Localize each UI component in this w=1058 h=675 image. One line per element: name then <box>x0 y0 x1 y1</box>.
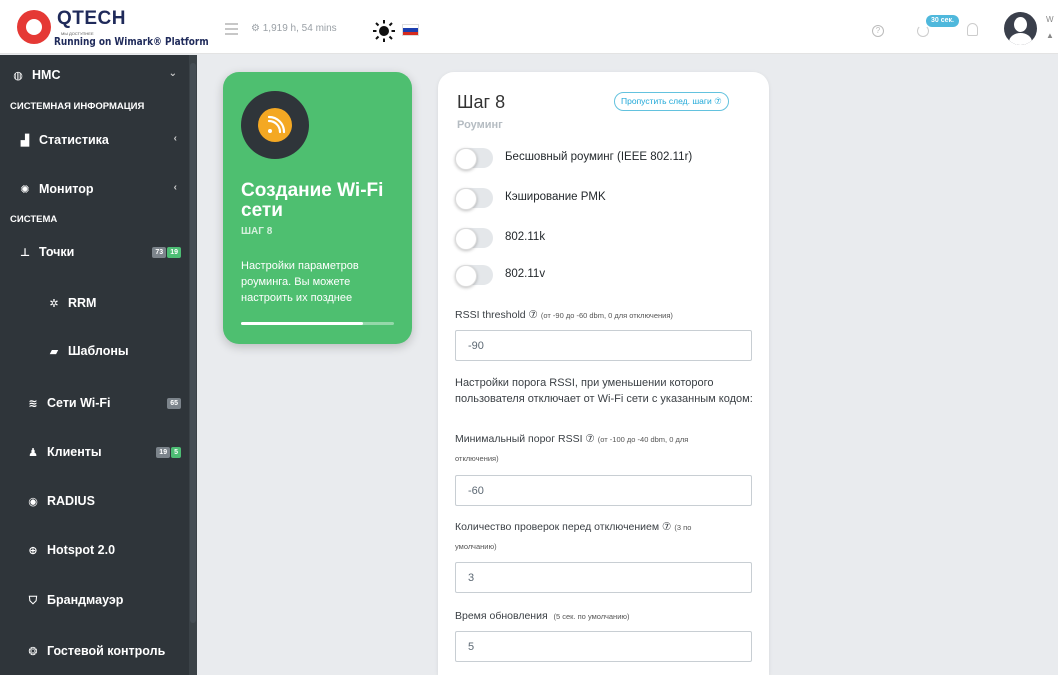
80211v-toggle[interactable] <box>455 265 493 287</box>
80211k-toggle[interactable] <box>455 228 493 250</box>
monitor-icon: ✺ <box>20 184 30 196</box>
wizard-progress-fill <box>241 322 364 325</box>
logo-text: QTECH <box>57 8 126 29</box>
80211v-label: 802.11v <box>505 268 546 280</box>
section-system: СИСТЕМА <box>10 214 58 225</box>
logo-mark-icon <box>17 10 51 44</box>
bell-icon[interactable] <box>967 23 978 36</box>
wizard-progress-bar <box>241 322 394 325</box>
fast-roaming-label: Бесшовный роуминг (IEEE 802.11r) <box>505 151 693 163</box>
update-time-label: Время обновления (5 сек. по умолчанию) <box>455 610 630 622</box>
form-step-subtitle: Роуминг <box>457 119 503 131</box>
globe-icon: ◍ <box>13 70 23 82</box>
guest-icon: ❂ <box>28 646 38 658</box>
access-point-icon: ⊥ <box>19 247 31 259</box>
roaming-form-card: Шаг 8 Роуминг Пропустить след. шаги ⑦ Бе… <box>438 72 769 675</box>
help-icon[interactable]: ? <box>872 25 884 37</box>
80211k-label: 802.11k <box>505 231 546 243</box>
sidebar-item-rrm[interactable]: ✲ RRM <box>46 296 189 310</box>
update-time-hint: (5 сек. по умолчанию) <box>553 612 630 621</box>
sidebar-item-access-points[interactable]: ⊥ Точки 73 19 <box>17 245 189 259</box>
wifi-icon: ≋ <box>28 398 38 410</box>
platform-tagline: Running on Wimark® Platform <box>54 36 209 48</box>
wizard-description: Настройки параметров роуминга. Вы можете… <box>241 260 359 304</box>
wifi-icon <box>258 108 292 142</box>
badge-ap-online: 19 <box>167 247 181 258</box>
templates-icon: ▰ <box>49 346 59 358</box>
badge-clients-total: 19 <box>156 447 171 458</box>
checks-before-disconnect-label: Количество проверок перед отключением ⑦ … <box>455 521 692 533</box>
bar-chart-icon: ▟ <box>20 135 30 147</box>
sidebar-item-templates[interactable]: ▰ Шаблоны <box>46 344 189 358</box>
wizard-step-card: Создание Wi-Fi сети ШАГ 8 Настройки пара… <box>223 72 412 344</box>
user-role-icon: ▲ <box>1046 31 1054 40</box>
qtech-logo[interactable]: QTECH МЫ ДОСТУПНЕЕ Running on Wimark® Pl… <box>15 6 209 50</box>
skip-next-steps-button[interactable]: Пропустить след. шаги ⑦ <box>614 92 729 111</box>
rssi-threshold-hint: (от -90 до -60 dbm, 0 для отключения) <box>540 311 673 320</box>
badge-ap-total: 73 <box>152 247 167 258</box>
sun-icon[interactable] <box>373 20 395 42</box>
update-time-input[interactable] <box>455 631 752 662</box>
sidebar-item-nms[interactable]: ◍ НМС ⌄ <box>10 68 189 82</box>
fast-roaming-toggle[interactable] <box>455 148 493 170</box>
hotspot-icon: ⊕ <box>28 545 38 557</box>
rrm-icon: ✲ <box>49 298 59 310</box>
top-header: QTECH МЫ ДОСТУПНЕЕ Running on Wimark® Pl… <box>0 0 1058 54</box>
rssi-description: Настройки порога RSSI, при уменьшении ко… <box>455 377 753 405</box>
sidebar-item-hotspot[interactable]: ⊕ Hotspot 2.0 <box>25 543 189 557</box>
sidebar: ◍ НМС ⌄ СИСТЕМНАЯ ИНФОРМАЦИЯ ▟ Статистика … <box>0 55 197 675</box>
sidebar-item-wifi-networks[interactable]: ≋ Сети Wi-Fi 65 <box>25 396 189 410</box>
sidebar-item-guest-control[interactable]: ❂ Гостевой контроль <box>25 644 189 658</box>
shield-icon: ⛉ <box>28 595 38 607</box>
user-name: W <box>1046 15 1054 24</box>
sidebar-item-monitor[interactable]: ✺ Монитор ‹ <box>17 182 189 196</box>
chevron-left-icon: ‹ <box>173 133 177 144</box>
russian-flag-icon[interactable] <box>402 24 419 36</box>
sidebar-item-radius[interactable]: ◉ RADIUS <box>25 494 189 508</box>
chevron-down-icon: ⌄ <box>168 68 177 79</box>
avatar[interactable] <box>1004 12 1037 45</box>
refresh-interval-badge[interactable]: 30 сек. <box>926 15 959 27</box>
sidebar-scrollbar[interactable] <box>189 55 197 675</box>
badge-clients-active: 5 <box>171 447 181 458</box>
chevron-left-icon: ‹ <box>173 182 177 193</box>
min-rssi-input[interactable] <box>455 475 752 506</box>
wizard-step-label: ШАГ 8 <box>241 226 273 237</box>
menu-toggle-icon[interactable] <box>225 23 238 35</box>
radius-icon: ◉ <box>28 496 38 508</box>
checks-before-disconnect-input[interactable] <box>455 562 752 593</box>
min-rssi-hint: (от -100 до -40 dbm, 0 для <box>597 435 689 444</box>
badge-wlan-count: 65 <box>167 398 181 409</box>
rssi-threshold-label: RSSI threshold ⑦ (от -90 до -60 dbm, 0 д… <box>455 309 673 321</box>
wizard-title: Создание Wi-Fi сети <box>241 180 384 221</box>
wifi-badge <box>241 91 309 159</box>
form-step-title: Шаг 8 <box>457 92 506 112</box>
sidebar-item-statistics[interactable]: ▟ Статистика ‹ <box>17 133 189 147</box>
min-rssi-label: Минимальный порог RSSI ⑦ (от -100 до -40… <box>455 433 689 445</box>
sidebar-item-firewall[interactable]: ⛉ Брандмауэр <box>25 593 189 608</box>
sidebar-item-clients[interactable]: ♟ Клиенты 19 5 <box>25 445 189 459</box>
min-rssi-hint-continued: отключения) <box>455 454 499 463</box>
section-system-info: СИСТЕМНАЯ ИНФОРМАЦИЯ <box>10 101 145 112</box>
pmk-caching-label: Кэширование PMK <box>505 191 606 203</box>
rssi-threshold-input[interactable] <box>455 330 752 361</box>
refresh-icon[interactable] <box>917 25 929 37</box>
checks-hint-continued: умолчанию) <box>455 542 497 551</box>
uptime-text: ⚙ 1,919 h, 54 mins <box>251 23 337 34</box>
pmk-caching-toggle[interactable] <box>455 188 493 210</box>
checks-hint: (3 по <box>674 523 692 532</box>
user-icon: ♟ <box>28 447 38 459</box>
